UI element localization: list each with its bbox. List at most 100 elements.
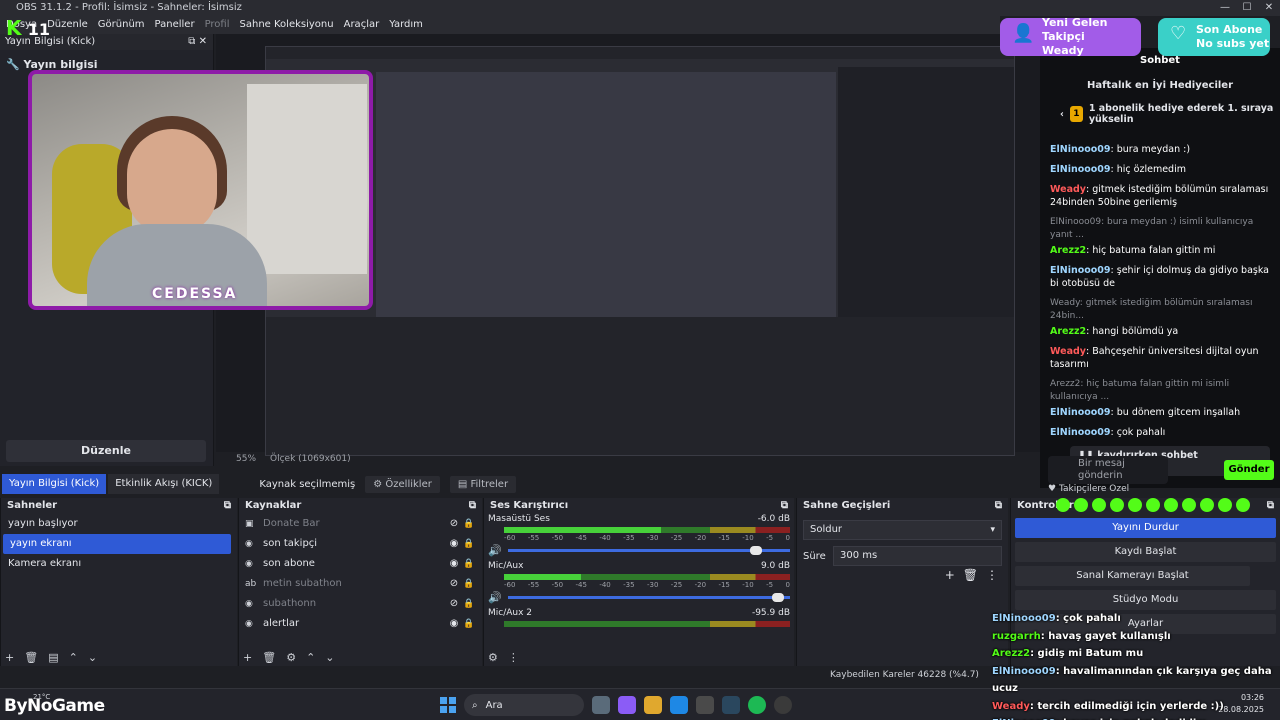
more-icon[interactable]: ⋮ <box>986 568 998 582</box>
source-row[interactable]: ◉ son takipçi ◉ 🔒 <box>239 534 482 554</box>
emote-icon[interactable] <box>1128 498 1142 512</box>
chat-message[interactable]: Arezz2: hiç batuma falan gittin mi <box>1050 244 1270 257</box>
move-up-icon[interactable]: ⌃ <box>306 651 315 664</box>
chat-username[interactable]: ElNinooo09 <box>1050 265 1111 276</box>
menu-help[interactable]: Yardım <box>389 16 423 34</box>
lock-icon[interactable]: 🔒 <box>462 554 476 574</box>
chat-message-input[interactable]: Bir mesaj gönderin <box>1048 456 1168 484</box>
emote-icon[interactable] <box>1146 498 1160 512</box>
dock-float-icon[interactable]: ⧉ <box>469 500 476 512</box>
menu-edit[interactable]: Düzenle <box>47 16 88 34</box>
studio-mode-button[interactable]: Stüdyo Modu <box>1015 590 1276 610</box>
lock-icon[interactable]: 🔒 <box>462 574 476 594</box>
chat-username[interactable]: Arezz2 <box>1050 245 1086 256</box>
edge-browser-icon[interactable] <box>670 696 688 714</box>
duration-input[interactable]: 300 ms <box>833 546 1002 566</box>
chat-message[interactable]: ElNinooo09: hiç özlemedim <box>1050 163 1270 176</box>
taskbar-search[interactable]: ⌕ Ara <box>464 694 584 716</box>
emote-icon[interactable] <box>1182 498 1196 512</box>
emote-icon[interactable] <box>1164 498 1178 512</box>
send-button[interactable]: Gönder <box>1224 460 1274 480</box>
chat-username[interactable]: ElNinooo09 <box>1050 407 1111 418</box>
scene-item[interactable]: yayın başlıyor <box>1 514 237 534</box>
menu-tools[interactable]: Araçlar <box>344 16 380 34</box>
lock-icon[interactable]: 🔒 <box>462 514 476 534</box>
menu-profile[interactable]: Profil <box>205 16 230 34</box>
filter-icon[interactable]: ▤ <box>48 651 58 664</box>
tab-kick-info[interactable]: Yayın Bilgisi (Kick) <box>2 474 107 494</box>
menu-docks[interactable]: Paneller <box>155 16 195 34</box>
tab-activity-feed[interactable]: Etkinlik Akışı (KICK) <box>108 474 220 494</box>
gear-icon[interactable]: ⚙ <box>488 651 498 664</box>
source-row[interactable]: ◉ subathonn ⊘ 🔒 <box>239 594 482 614</box>
chat-message[interactable]: ElNinooo09: şehir içi dolmuş da gidiyo b… <box>1050 264 1270 290</box>
eye-icon[interactable]: ◉ <box>446 614 462 634</box>
store-icon[interactable] <box>696 696 714 714</box>
chat-message[interactable]: ElNinooo09: bu dönem gitcem inşallah <box>1050 406 1270 419</box>
volume-slider[interactable] <box>507 593 790 602</box>
transition-select[interactable]: Soldur ▾ <box>803 520 1002 540</box>
lock-icon[interactable]: 🔒 <box>462 614 476 634</box>
eye-icon[interactable]: ◉ <box>446 554 462 574</box>
slider-knob[interactable] <box>772 593 785 602</box>
dock-controls[interactable]: ⧉ ✕ <box>188 34 207 50</box>
lock-icon[interactable]: 🔒 <box>462 534 476 554</box>
chat-username[interactable]: Weady <box>1050 346 1086 357</box>
move-down-icon[interactable]: ⌄ <box>88 651 97 664</box>
lock-icon[interactable]: 🔒 <box>462 594 476 614</box>
emote-icon[interactable] <box>1056 498 1070 512</box>
chat-username[interactable]: Arezz2 <box>1050 326 1086 337</box>
emote-icon[interactable] <box>1110 498 1124 512</box>
eye-hidden-icon[interactable]: ⊘ <box>446 594 462 614</box>
scene-item-selected[interactable]: yayın ekranı <box>3 534 231 554</box>
minimize-icon[interactable]: — <box>1214 0 1236 16</box>
gear-icon[interactable]: ⚙ <box>286 651 296 664</box>
source-row[interactable]: ab metin subathon ⊘ 🔒 <box>239 574 482 594</box>
emote-icon[interactable] <box>1218 498 1232 512</box>
edit-button[interactable]: Düzenle <box>6 440 206 462</box>
obs-icon[interactable] <box>774 696 792 714</box>
chat-message[interactable]: ElNinooo09: çok pahalı <box>1050 426 1270 439</box>
maximize-icon[interactable]: ☐ <box>1236 0 1258 16</box>
windows-start-icon[interactable] <box>440 697 456 713</box>
trash-icon[interactable]: 🗑 <box>262 651 276 664</box>
chat-message[interactable]: Arezz2: hangi bölümdü ya <box>1050 325 1270 338</box>
menu-scene-collection[interactable]: Sahne Koleksiyonu <box>240 16 334 34</box>
chat-username[interactable]: ElNinooo09 <box>1050 164 1111 175</box>
dock-float-icon[interactable]: ⧉ <box>995 500 1002 512</box>
chat-message[interactable]: ElNinooo09: bura meydan :) <box>1050 143 1270 156</box>
filters-button[interactable]: ▤ Filtreler <box>449 475 517 493</box>
start-virtual-camera-button[interactable]: Sanal Kamerayı Başlat <box>1015 566 1250 586</box>
eye-icon[interactable]: ◉ <box>446 534 462 554</box>
menu-view[interactable]: Görünüm <box>98 16 145 34</box>
move-up-icon[interactable]: ⌃ <box>69 651 78 664</box>
stop-stream-button[interactable]: Yayını Durdur <box>1015 518 1276 538</box>
properties-button[interactable]: ⚙ Özellikler <box>365 475 440 493</box>
emote-icon[interactable] <box>1236 498 1250 512</box>
speaker-icon[interactable]: 🔊 <box>488 591 502 604</box>
trash-icon[interactable]: 🗑 <box>24 651 38 664</box>
eye-hidden-icon[interactable]: ⊘ <box>446 514 462 534</box>
chat-message[interactable]: Weady: gitmek istediğim bölümün sıralama… <box>1050 183 1270 209</box>
emote-icon[interactable] <box>1074 498 1088 512</box>
move-down-icon[interactable]: ⌄ <box>325 651 334 664</box>
add-icon[interactable]: + <box>5 651 14 664</box>
scene-item[interactable]: Kamera ekranı <box>1 554 237 574</box>
start-recording-button[interactable]: Kaydı Başlat <box>1015 542 1276 562</box>
chat-username[interactable]: ElNinooo09 <box>1050 144 1111 155</box>
dock-float-icon[interactable]: ⧉ <box>224 500 231 512</box>
chat-username[interactable]: Weady <box>1050 184 1086 195</box>
file-explorer-icon[interactable] <box>644 696 662 714</box>
copilot-icon[interactable] <box>618 696 636 714</box>
zoom-level[interactable]: 55% <box>236 454 256 464</box>
emote-icon[interactable] <box>1200 498 1214 512</box>
volume-slider[interactable] <box>507 546 790 555</box>
chat-message[interactable]: Weady: Bahçeşehir üniversitesi dijital o… <box>1050 345 1270 371</box>
add-icon[interactable]: + <box>243 651 252 664</box>
source-row[interactable]: ▣ Donate Bar ⊘ 🔒 <box>239 514 482 534</box>
trash-icon[interactable]: 🗑 <box>963 568 978 582</box>
chat-username[interactable]: ElNinooo09 <box>1050 427 1111 438</box>
source-row[interactable]: ◉ alertlar ◉ 🔒 <box>239 614 482 634</box>
steam-icon[interactable] <box>722 696 740 714</box>
eye-hidden-icon[interactable]: ⊘ <box>446 574 462 594</box>
